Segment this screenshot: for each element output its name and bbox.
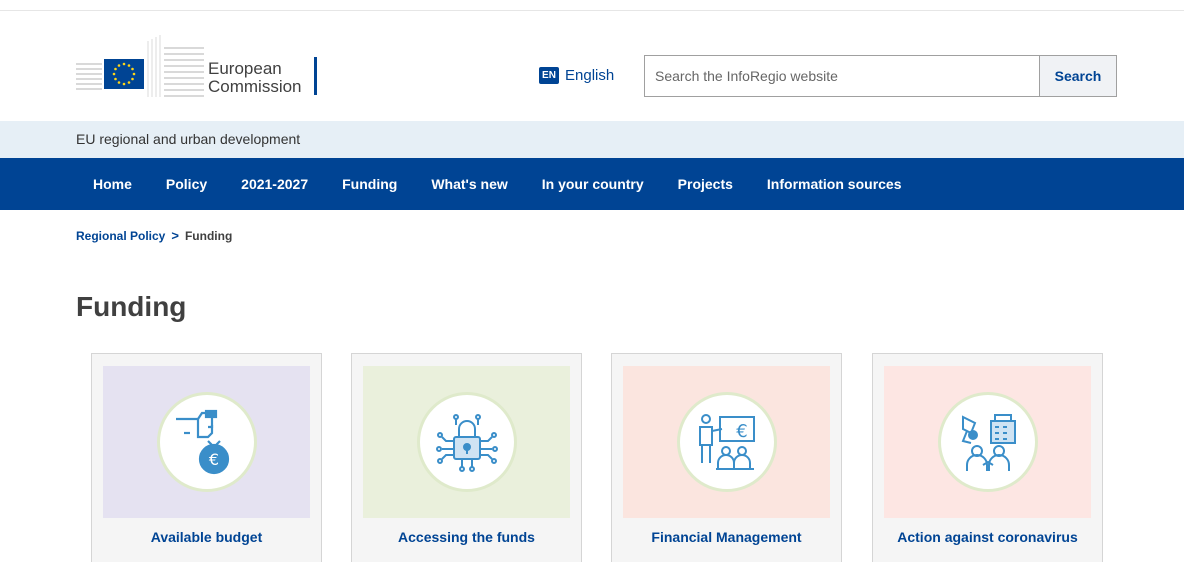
search-form: Search — [644, 55, 1117, 97]
nav-item-whats-new[interactable]: What's new — [431, 176, 507, 192]
card-thumbnail: € — [103, 366, 310, 518]
nav-item-2021-2027[interactable]: 2021-2027 — [241, 176, 308, 192]
padlock-circuit-icon — [435, 414, 498, 472]
card-icon-circle — [937, 392, 1038, 492]
money-bag-hand-icon: € — [175, 409, 229, 475]
page-title: Funding — [76, 291, 187, 322]
card-label: Available budget — [150, 529, 263, 545]
ec-logo[interactable]: European Commission — [76, 33, 326, 105]
site-name-band: EU regional and urban development — [0, 121, 1184, 158]
search-input[interactable] — [645, 56, 1039, 96]
breadcrumb: Regional Policy > Funding — [76, 228, 232, 243]
card-available-budget[interactable]: € Available budget — [91, 353, 322, 562]
presentation-meeting-icon: € — [698, 414, 755, 470]
card-icon-circle — [416, 392, 517, 492]
card-label: Financial Management — [651, 529, 802, 545]
site-name: EU regional and urban development — [76, 131, 301, 147]
card-label: Action against coronavirus — [897, 529, 1078, 545]
virus-people-icon — [961, 414, 1016, 471]
nav-item-funding[interactable]: Funding — [342, 176, 397, 192]
svg-text:€: € — [736, 421, 747, 442]
logo-divider — [314, 57, 317, 95]
logo-line-1: European — [208, 59, 282, 78]
card-icon-circle: € — [676, 392, 777, 492]
breadcrumb-parent-link[interactable]: Regional Policy — [76, 229, 165, 243]
site-header: European Commission EN English Search — [0, 11, 1184, 121]
card-action-against-coronavirus[interactable]: Action against coronavirus — [872, 353, 1103, 562]
logo-line-2: Commission — [208, 77, 302, 96]
language-selector[interactable]: EN English — [539, 65, 614, 85]
language-code-badge: EN — [539, 66, 559, 84]
card-thumbnail — [884, 366, 1091, 518]
nav-item-policy[interactable]: Policy — [166, 176, 207, 192]
ec-logo-icon — [76, 35, 204, 97]
nav-item-in-your-country[interactable]: In your country — [542, 176, 644, 192]
card-thumbnail — [363, 366, 570, 518]
main-nav: Home Policy 2021-2027 Funding What's new… — [0, 158, 1184, 210]
nav-item-home[interactable]: Home — [93, 176, 132, 192]
card-icon-circle: € — [156, 392, 257, 492]
nav-item-information-sources[interactable]: Information sources — [767, 176, 902, 192]
language-label: English — [565, 66, 615, 84]
card-accessing-the-funds[interactable]: Accessing the funds — [351, 353, 582, 562]
breadcrumb-current: Funding — [184, 228, 233, 243]
card-label: Accessing the funds — [398, 529, 535, 545]
nav-item-projects[interactable]: Projects — [678, 176, 733, 192]
card-financial-management[interactable]: € Financial Management — [611, 353, 842, 562]
breadcrumb-separator: > — [171, 228, 179, 243]
card-thumbnail: € — [623, 366, 830, 518]
search-button[interactable]: Search — [1039, 56, 1116, 96]
logo-text: European Commission — [208, 60, 302, 96]
svg-text:€: € — [208, 450, 218, 469]
